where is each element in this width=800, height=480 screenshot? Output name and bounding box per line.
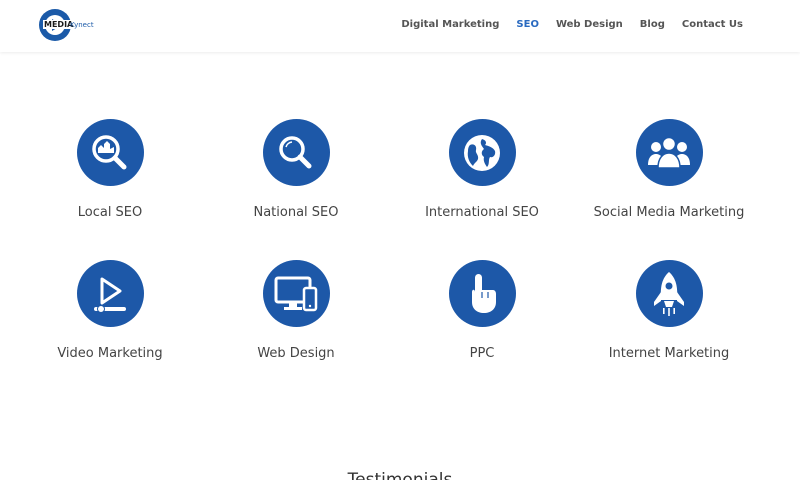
service-label: Web Design	[257, 346, 335, 361]
service-circle	[448, 119, 516, 186]
devices-icon	[274, 276, 318, 311]
globe-icon	[464, 134, 500, 171]
service-label: Social Media Marketing	[593, 205, 745, 220]
service-local-seo[interactable]: Local SEO	[20, 119, 200, 220]
site-header: MEDIA Kynect Digital Marketing SEO Web D…	[0, 0, 800, 52]
service-video-marketing[interactable]: Video Marketing	[20, 260, 200, 361]
pointer-hand-icon	[472, 273, 496, 313]
service-internet-marketing[interactable]: Internet Marketing	[579, 260, 759, 361]
service-social-media-marketing[interactable]: Social Media Marketing	[579, 119, 759, 220]
nav-web-design[interactable]: Web Design	[556, 18, 623, 32]
service-national-seo[interactable]: National SEO	[206, 119, 386, 220]
site-logo[interactable]: MEDIA Kynect	[38, 8, 102, 42]
rocket-icon	[654, 271, 684, 316]
service-label: Video Marketing	[57, 346, 163, 361]
nav-contact-us[interactable]: Contact Us	[682, 18, 743, 32]
service-label: National SEO	[253, 205, 339, 220]
service-label: Internet Marketing	[608, 346, 730, 361]
magnifier-city-icon	[92, 134, 127, 169]
video-play-icon	[94, 277, 126, 313]
service-ppc[interactable]: PPC	[392, 260, 572, 361]
main-nav: Digital Marketing SEO Web Design Blog Co…	[384, 18, 743, 32]
service-circle	[448, 260, 516, 327]
nav-digital-marketing[interactable]: Digital Marketing	[401, 18, 499, 32]
service-circle	[76, 119, 144, 186]
service-label: Local SEO	[77, 205, 143, 220]
nav-seo[interactable]: SEO	[516, 18, 539, 32]
service-circle	[262, 260, 330, 327]
service-circle	[76, 260, 144, 327]
service-label: International SEO	[425, 205, 539, 220]
testimonials-heading: Testimonials	[347, 470, 453, 480]
service-circle	[262, 119, 330, 186]
service-web-design[interactable]: Web Design	[206, 260, 386, 361]
service-label: PPC	[469, 346, 495, 361]
service-international-seo[interactable]: International SEO	[392, 119, 572, 220]
nav-blog[interactable]: Blog	[640, 18, 665, 32]
logo-text-kynect: Kynect	[70, 21, 94, 29]
service-circle	[635, 260, 703, 327]
magnifier-icon	[279, 135, 312, 168]
people-group-icon	[648, 136, 690, 169]
service-circle	[635, 119, 703, 186]
